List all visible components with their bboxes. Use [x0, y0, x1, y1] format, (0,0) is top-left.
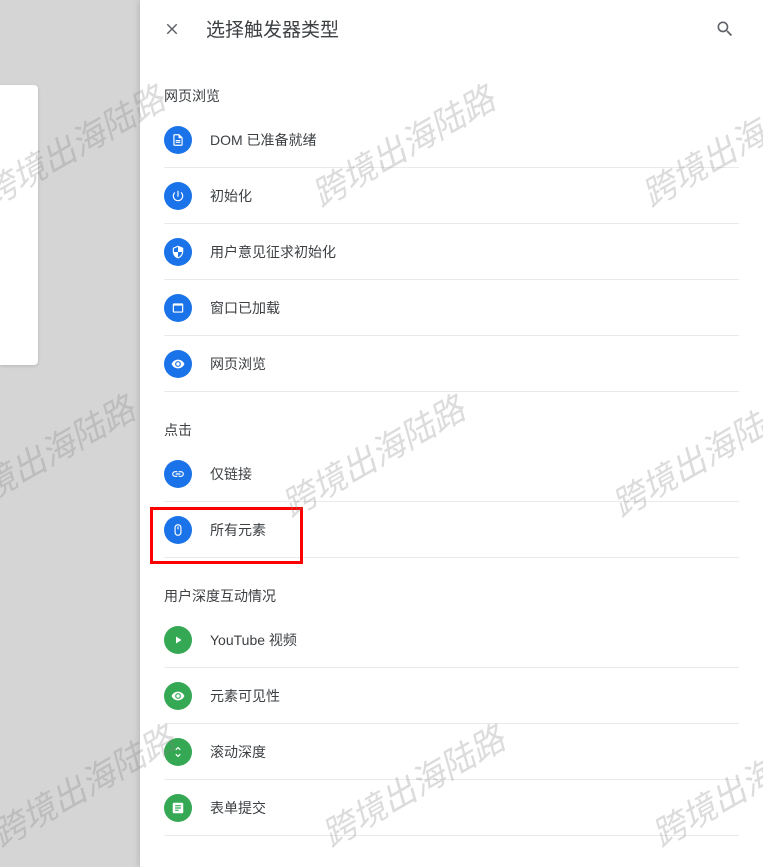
trigger-visibility[interactable]: 元素可见性: [164, 668, 739, 724]
trigger-all-elements[interactable]: 所有元素: [164, 502, 739, 558]
trigger-form-submit[interactable]: 表单提交: [164, 780, 739, 836]
item-label: 初始化: [210, 186, 252, 206]
panel-header: 选择触发器类型: [140, 0, 763, 58]
item-label: 表单提交: [210, 798, 266, 818]
trigger-links-only[interactable]: 仅链接: [164, 446, 739, 502]
power-icon: [164, 182, 192, 210]
item-label: 元素可见性: [210, 686, 280, 706]
search-icon: [715, 19, 735, 39]
panel-title: 选择触发器类型: [206, 15, 705, 42]
play-icon: [164, 626, 192, 654]
eye-icon: [164, 350, 192, 378]
section-title: 网页浏览: [164, 86, 739, 106]
trigger-dom-ready[interactable]: DOM 已准备就绪: [164, 112, 739, 168]
form-icon: [164, 794, 192, 822]
item-label: 滚动深度: [210, 742, 266, 762]
panel-body: 网页浏览 DOM 已准备就绪 初始化 用户意见征求初始化: [140, 58, 763, 867]
item-label: YouTube 视频: [210, 630, 297, 650]
scroll-icon: [164, 738, 192, 766]
trigger-pageview[interactable]: 网页浏览: [164, 336, 739, 392]
window-icon: [164, 294, 192, 322]
section-pageview: 网页浏览 DOM 已准备就绪 初始化 用户意见征求初始化: [164, 86, 739, 392]
visibility-icon: [164, 682, 192, 710]
section-engagement: 用户深度互动情况 YouTube 视频 元素可见性 滚动深度: [164, 586, 739, 836]
item-label: 仅链接: [210, 464, 252, 484]
item-label: 网页浏览: [210, 354, 266, 374]
page-icon: [164, 126, 192, 154]
background-card: [0, 85, 38, 365]
close-icon: [163, 20, 181, 38]
mouse-icon: [164, 516, 192, 544]
item-label: 窗口已加载: [210, 298, 280, 318]
section-title: 点击: [164, 420, 739, 440]
item-label: 所有元素: [210, 520, 266, 540]
item-label: DOM 已准备就绪: [210, 130, 317, 150]
section-title: 用户深度互动情况: [164, 586, 739, 606]
close-button[interactable]: [152, 9, 192, 49]
trigger-scroll-depth[interactable]: 滚动深度: [164, 724, 739, 780]
shield-icon: [164, 238, 192, 266]
trigger-window-loaded[interactable]: 窗口已加载: [164, 280, 739, 336]
trigger-youtube[interactable]: YouTube 视频: [164, 612, 739, 668]
section-click: 点击 仅链接 所有元素: [164, 420, 739, 558]
trigger-type-panel: 选择触发器类型 网页浏览 DOM 已准备就绪 初始化: [140, 0, 763, 867]
trigger-init[interactable]: 初始化: [164, 168, 739, 224]
link-icon: [164, 460, 192, 488]
trigger-consent-init[interactable]: 用户意见征求初始化: [164, 224, 739, 280]
item-label: 用户意见征求初始化: [210, 242, 336, 262]
search-button[interactable]: [705, 9, 745, 49]
